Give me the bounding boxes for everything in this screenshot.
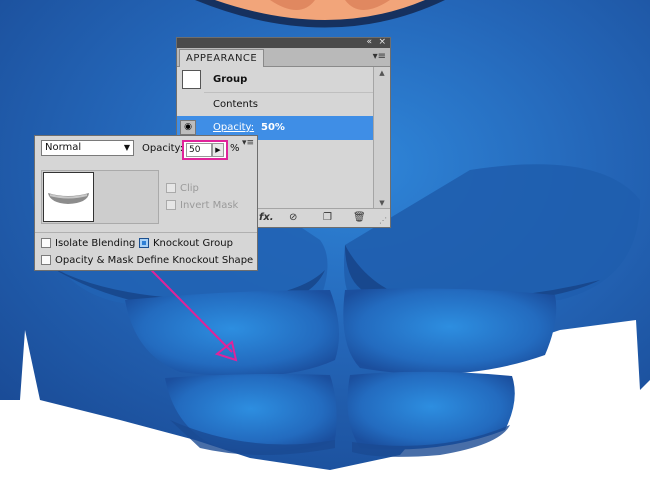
blend-mode-value: Normal	[45, 142, 82, 153]
eye-icon[interactable]: ◉	[180, 120, 196, 135]
close-icon[interactable]: ×	[378, 37, 386, 47]
opacity-field-highlight: 50 ▶	[182, 140, 228, 160]
resize-grip-icon[interactable]: ⋰	[379, 214, 387, 228]
duplicate-item-icon[interactable]: ❐	[323, 211, 332, 225]
opacity-unit: %	[230, 143, 240, 154]
mask-preview-area	[41, 170, 159, 224]
clear-appearance-icon[interactable]: ⊘	[289, 211, 297, 225]
isolate-blending-label: Isolate Blending	[55, 238, 136, 249]
thumbnail-shape	[48, 193, 89, 204]
contents-label: Contents	[213, 99, 258, 110]
opacity-row-value: 50%	[261, 122, 285, 133]
fx-icon[interactable]: fx.	[259, 211, 274, 225]
invert-mask-label: Invert Mask	[180, 200, 239, 211]
clip-label: Clip	[180, 183, 199, 194]
opacity-input[interactable]: 50	[186, 143, 212, 157]
opacity-mask-knockout-checkbox[interactable]	[41, 255, 51, 265]
object-thumbnail[interactable]	[43, 172, 94, 222]
panel-scrollbar[interactable]: ▲ ▼	[373, 67, 390, 209]
group-label: Group	[213, 74, 248, 85]
collapse-icon[interactable]: «	[366, 37, 372, 47]
isolate-blending-checkbox[interactable]	[41, 238, 51, 248]
appearance-row-group[interactable]: Group	[177, 68, 373, 92]
appearance-row-contents[interactable]: Contents	[177, 93, 373, 117]
panel-titlebar[interactable]: « ×	[177, 37, 390, 48]
panel-menu-icon[interactable]: ▾≡	[242, 138, 254, 148]
abs-left-lower	[165, 374, 337, 452]
clip-checkbox[interactable]	[166, 183, 176, 193]
abs-right-upper	[343, 288, 557, 375]
blend-mode-select[interactable]: Normal ▼	[41, 140, 134, 156]
opacity-mask-knockout-label: Opacity & Mask Define Knockout Shape	[55, 255, 254, 266]
invert-mask-checkbox[interactable]	[166, 200, 176, 210]
tab-appearance[interactable]: APPEARANCE	[179, 49, 265, 67]
opacity-stepper-arrow[interactable]: ▶	[212, 143, 224, 157]
section-divider	[35, 232, 257, 233]
knockout-group-label: Knockout Group	[153, 238, 233, 249]
group-thumbnail	[182, 70, 201, 89]
opacity-label: Opacity:	[142, 143, 184, 154]
panel-tab-row: APPEARANCE ▾≡	[177, 48, 390, 67]
transparency-panel: Normal ▼ Opacity: 50 ▶ % ▾≡ Clip Invert …	[34, 135, 258, 271]
knockout-group-checkbox[interactable]	[139, 238, 149, 248]
delete-item-icon[interactable]: 🗑	[353, 211, 366, 225]
chevron-down-icon: ▼	[123, 143, 130, 152]
panel-menu-icon[interactable]: ▾≡	[373, 51, 386, 62]
scroll-up-icon[interactable]: ▲	[374, 67, 390, 79]
opacity-row-label[interactable]: Opacity:	[213, 122, 254, 133]
